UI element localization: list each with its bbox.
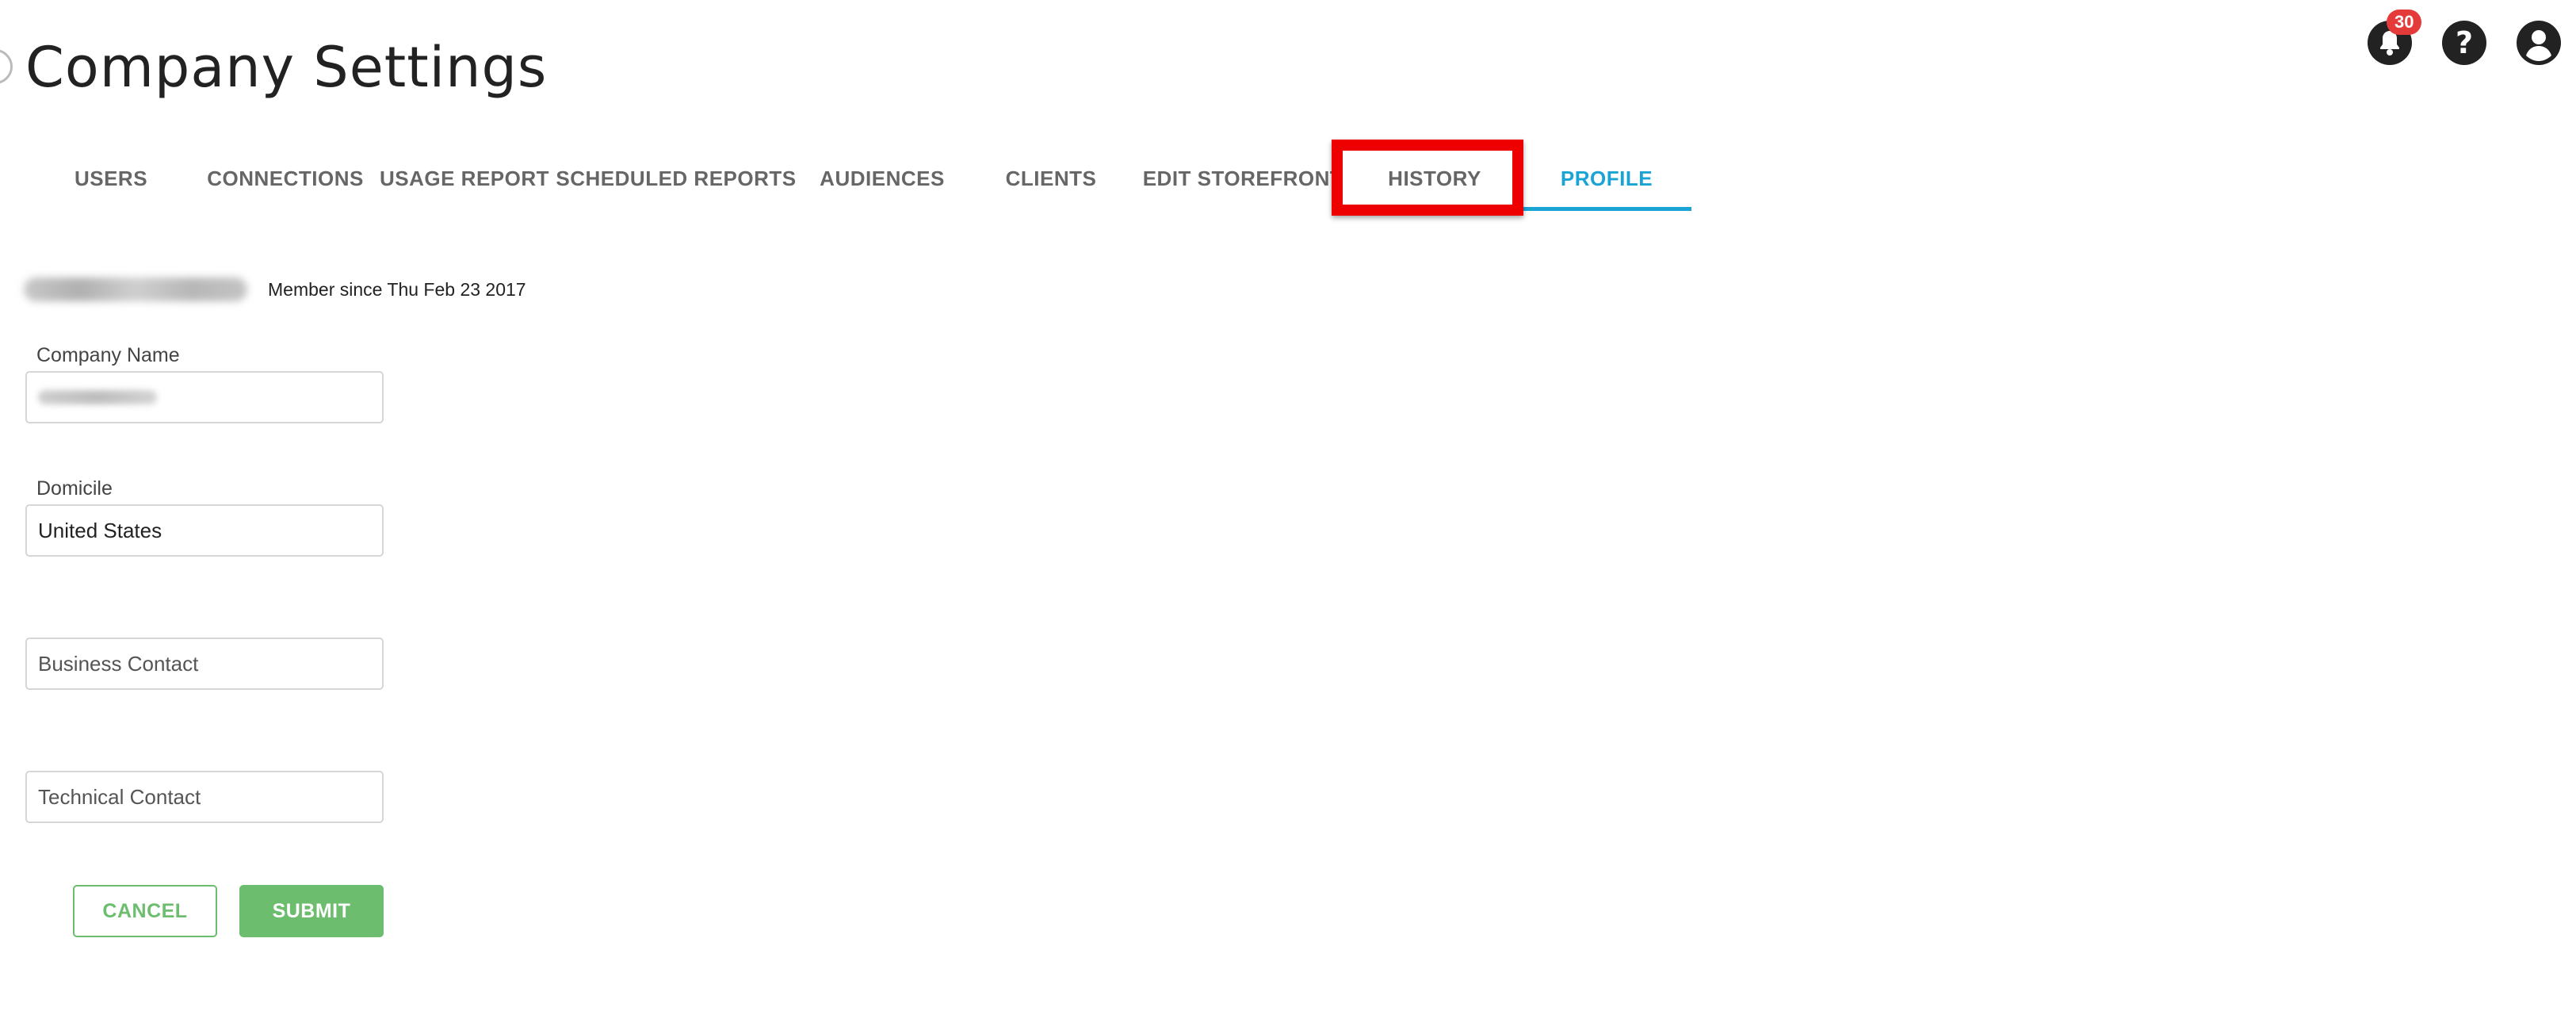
company-name-redacted — [24, 278, 247, 301]
account-button[interactable] — [2517, 21, 2561, 65]
technical-contact-placeholder: Technical Contact — [38, 784, 201, 809]
tab-bar: USERS CONNECTIONS USAGE REPORT SCHEDULED… — [0, 140, 1744, 211]
page-title: Company Settings — [25, 35, 548, 100]
company-name-label: Company Name — [36, 344, 180, 366]
tab-profile[interactable]: PROFILE — [1522, 140, 1691, 211]
account-icon — [2526, 30, 2551, 61]
help-icon: ? — [2455, 25, 2474, 60]
tab-usage-report[interactable]: USAGE REPORT — [380, 140, 549, 211]
tab-connections[interactable]: CONNECTIONS — [204, 140, 366, 211]
business-contact-field[interactable]: Business Contact — [25, 638, 384, 690]
company-name-value-redacted — [38, 390, 157, 404]
tab-audiences[interactable]: AUDIENCES — [808, 140, 956, 211]
technical-contact-field[interactable]: Technical Contact — [25, 771, 384, 823]
tab-clients[interactable]: CLIENTS — [980, 140, 1122, 211]
business-contact-placeholder: Business Contact — [38, 651, 199, 676]
member-since-text: Member since Thu Feb 23 2017 — [268, 278, 526, 300]
notification-badge: 30 — [2387, 10, 2422, 35]
company-settings-page: Company Settings 30 ? USERS CONNECTIONS … — [0, 0, 2576, 1034]
company-header: Member since Thu Feb 23 2017 — [24, 270, 526, 309]
notifications-button[interactable]: 30 — [2368, 10, 2422, 65]
back-icon[interactable] — [0, 49, 13, 84]
domicile-field[interactable]: United States — [25, 504, 384, 557]
tab-edit-storefront[interactable]: EDIT STOREFRONT — [1143, 140, 1343, 211]
company-name-field[interactable] — [25, 371, 384, 423]
domicile-value: United States — [38, 518, 162, 542]
top-icon-bar: 30 ? — [2368, 0, 2574, 87]
tab-history[interactable]: HISTORY — [1347, 140, 1522, 211]
tab-users[interactable]: USERS — [48, 140, 174, 211]
help-button[interactable]: ? — [2442, 21, 2486, 65]
tab-scheduled-reports[interactable]: SCHEDULED REPORTS — [556, 140, 796, 211]
cancel-button[interactable]: CANCEL — [73, 885, 217, 937]
domicile-label: Domicile — [36, 477, 113, 500]
submit-button[interactable]: SUBMIT — [239, 885, 384, 937]
